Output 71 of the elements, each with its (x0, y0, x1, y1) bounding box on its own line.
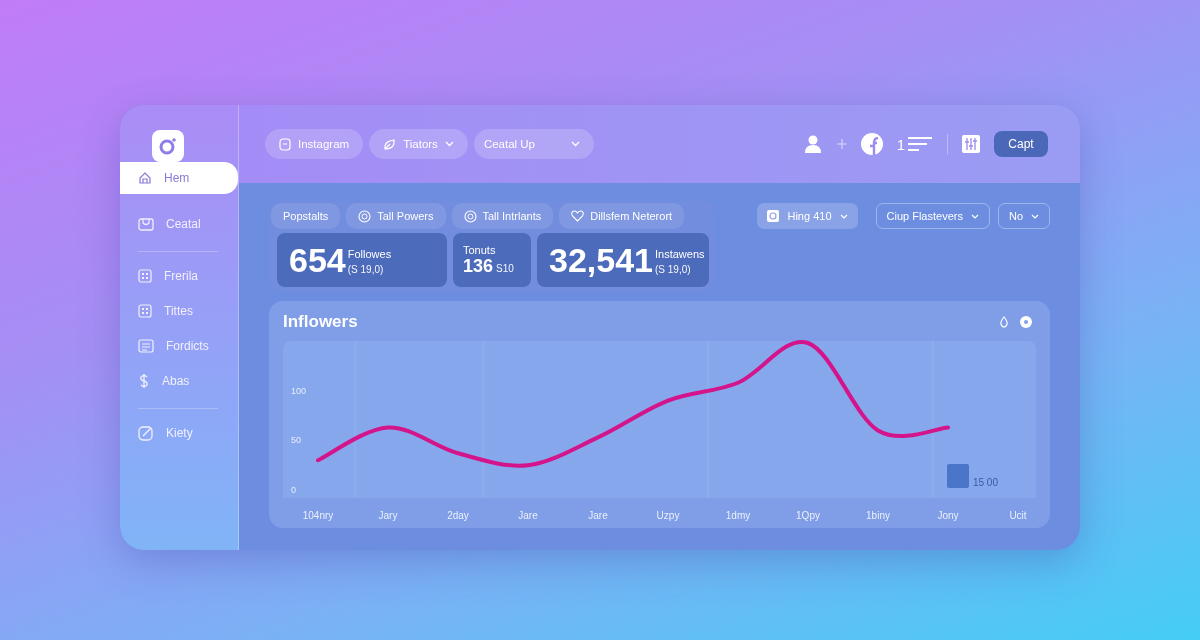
grid-icon (138, 269, 152, 283)
dot-circle-icon[interactable] (1020, 316, 1032, 328)
sidebar-item[interactable]: Ceatal (120, 208, 238, 240)
sidebar-item[interactable]: Tittes (120, 295, 238, 327)
coin-icon (463, 209, 477, 223)
stat-value: 136 (463, 255, 494, 277)
inbox-icon (138, 217, 154, 231)
badge-icon (279, 137, 291, 151)
home-icon (138, 171, 152, 185)
sidebar-item[interactable]: Hem (120, 162, 238, 194)
y-axis-tick: 100 (291, 385, 307, 396)
capture-button[interactable]: Capt (994, 131, 1048, 157)
list-icon (138, 339, 154, 353)
filter-dropdown[interactable]: No (997, 203, 1050, 229)
tab[interactable]: Tall Powers (346, 203, 446, 229)
circle-f-icon[interactable] (860, 133, 883, 155)
stat-label: Tonuts (463, 243, 497, 256)
x-axis-label: Jare (588, 510, 608, 521)
chevron-down-icon (970, 213, 979, 219)
filter-dropdown[interactable]: Ciup Flastevers (875, 203, 990, 229)
x-axis-label: Jony (937, 510, 959, 521)
sidebar-item[interactable]: Frerila (120, 260, 238, 292)
chevron-down-icon (444, 141, 454, 147)
filter-chip[interactable]: Ceatal Up (473, 129, 594, 159)
stat-change: S10 (496, 262, 514, 274)
stat-change: (S 19,0) (655, 263, 692, 275)
menu-icon[interactable] (907, 136, 933, 152)
chevron-down-icon (1031, 213, 1039, 219)
chart-title: Inflowers (283, 312, 358, 332)
heart-icon (571, 210, 585, 222)
grid-icon (138, 304, 152, 318)
settings-sliders-icon[interactable] (962, 135, 980, 153)
x-axis-label: 1Qpy (796, 510, 820, 521)
stat-value: 32,541 (549, 240, 653, 280)
legend-label: 15 00 (972, 477, 998, 488)
legend-swatch (946, 464, 969, 488)
sidebar-item[interactable]: Kiety (120, 417, 238, 449)
x-axis-label: 104nry (302, 510, 334, 521)
x-axis-label: 1dmy (725, 510, 751, 521)
chevron-down-icon (839, 213, 848, 219)
sidebar-item[interactable]: Fordicts (120, 330, 238, 362)
sidebar-item[interactable]: Abas (120, 365, 238, 397)
chevron-down-icon (570, 141, 580, 147)
stat-value: 654 (289, 240, 346, 280)
tab[interactable]: Dillsfem Neterort (559, 203, 685, 229)
x-axis-label: 2day (447, 510, 469, 521)
dollar-icon (138, 373, 150, 389)
y-axis-tick: 50 (291, 435, 301, 446)
y-axis-tick: 0 (291, 485, 296, 496)
tab[interactable]: Tall Intrlants (451, 203, 554, 229)
filter-dropdown[interactable]: Hing 410 (757, 203, 858, 229)
filter-chip[interactable]: Tiators (369, 129, 468, 159)
count-label: 1 (896, 135, 905, 153)
x-axis-label: Uzpy (656, 510, 680, 521)
tag-icon (767, 210, 780, 222)
user-icon[interactable] (802, 134, 823, 154)
x-axis-label: Ucit (1009, 510, 1027, 521)
leaf-icon (383, 137, 397, 151)
stat-change: (S 19,0) (347, 263, 385, 275)
edit-icon (138, 425, 154, 441)
tab[interactable]: Popstalts (271, 203, 341, 229)
filter-chip[interactable]: Instagram (265, 129, 364, 159)
stat-label: Followes (347, 247, 392, 260)
x-axis-label: 1biny (866, 510, 890, 521)
plus-icon[interactable] (836, 139, 847, 149)
x-axis-label: Jary (378, 510, 398, 521)
stat-label: Instawens (655, 247, 705, 260)
camera-logo-icon (152, 130, 184, 162)
drop-icon[interactable] (1000, 316, 1008, 328)
x-axis-label: Jare (518, 510, 538, 521)
coin-icon (358, 209, 372, 223)
